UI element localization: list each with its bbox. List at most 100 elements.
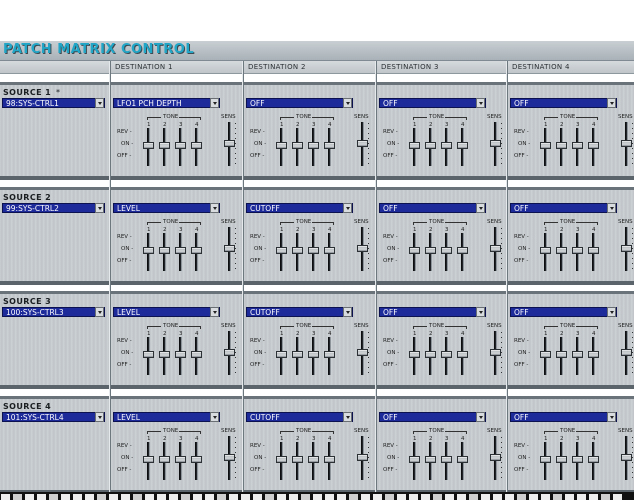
tone-slider-handle[interactable] (276, 456, 287, 463)
tone-slider-handle[interactable] (159, 351, 170, 358)
destination-select[interactable]: OFF (379, 412, 486, 422)
sens-slider-handle[interactable] (224, 245, 235, 252)
tone-slider-handle[interactable] (308, 247, 319, 254)
tone-slider-handle[interactable] (588, 351, 599, 358)
destination-select[interactable]: OFF (379, 307, 486, 317)
destination-select[interactable]: LEVEL (113, 307, 220, 317)
chevron-down-icon[interactable] (476, 203, 485, 213)
tone-slider-handle[interactable] (143, 247, 154, 254)
tone-slider-handle[interactable] (457, 247, 468, 254)
chevron-down-icon[interactable] (95, 307, 104, 317)
tone-slider-handle[interactable] (457, 142, 468, 149)
tone-slider-handle[interactable] (292, 247, 303, 254)
destination-select[interactable]: OFF (379, 203, 486, 213)
tone-slider-handle[interactable] (143, 142, 154, 149)
sens-slider-handle[interactable] (490, 245, 501, 252)
destination-select[interactable]: LFO1 PCH DEPTH (113, 98, 220, 108)
tone-slider-handle[interactable] (143, 351, 154, 358)
tone-slider-handle[interactable] (292, 351, 303, 358)
chevron-down-icon[interactable] (607, 98, 616, 108)
tone-slider-handle[interactable] (191, 456, 202, 463)
tone-slider-handle[interactable] (159, 456, 170, 463)
tone-slider-handle[interactable] (425, 456, 436, 463)
tone-slider-handle[interactable] (540, 142, 551, 149)
tone-slider-handle[interactable] (276, 247, 287, 254)
tone-slider-handle[interactable] (425, 247, 436, 254)
tone-slider-handle[interactable] (572, 351, 583, 358)
tone-slider-handle[interactable] (324, 456, 335, 463)
sens-slider-handle[interactable] (357, 245, 368, 252)
tone-slider-handle[interactable] (308, 142, 319, 149)
chevron-down-icon[interactable] (210, 98, 219, 108)
tone-slider-handle[interactable] (540, 456, 551, 463)
source-select[interactable]: 100:SYS-CTRL3 (2, 307, 105, 317)
chevron-down-icon[interactable] (607, 203, 616, 213)
destination-select[interactable]: CUTOFF (246, 412, 353, 422)
tone-slider-handle[interactable] (588, 142, 599, 149)
tone-slider-handle[interactable] (572, 456, 583, 463)
sens-slider-handle[interactable] (490, 140, 501, 147)
destination-select[interactable]: OFF (379, 98, 486, 108)
tone-slider-handle[interactable] (556, 142, 567, 149)
tone-slider-handle[interactable] (292, 142, 303, 149)
tone-slider-handle[interactable] (556, 351, 567, 358)
tone-slider-handle[interactable] (191, 247, 202, 254)
tone-slider-handle[interactable] (175, 142, 186, 149)
destination-select[interactable]: OFF (510, 307, 617, 317)
tone-slider-handle[interactable] (159, 247, 170, 254)
tone-slider-handle[interactable] (292, 456, 303, 463)
chevron-down-icon[interactable] (607, 412, 616, 422)
sens-slider-handle[interactable] (490, 454, 501, 461)
chevron-down-icon[interactable] (95, 412, 104, 422)
chevron-down-icon[interactable] (343, 412, 352, 422)
tone-slider-handle[interactable] (441, 351, 452, 358)
tone-slider-handle[interactable] (540, 247, 551, 254)
tone-slider-handle[interactable] (191, 142, 202, 149)
tone-slider-handle[interactable] (308, 456, 319, 463)
tone-slider-handle[interactable] (308, 351, 319, 358)
tone-slider-handle[interactable] (175, 351, 186, 358)
source-select[interactable]: 99:SYS-CTRL2 (2, 203, 105, 213)
tone-slider-handle[interactable] (324, 351, 335, 358)
chevron-down-icon[interactable] (343, 307, 352, 317)
tone-slider-handle[interactable] (175, 247, 186, 254)
destination-select[interactable]: OFF (510, 98, 617, 108)
destination-select[interactable]: OFF (510, 203, 617, 213)
sens-slider-handle[interactable] (357, 140, 368, 147)
destination-select[interactable]: LEVEL (113, 412, 220, 422)
tone-slider-handle[interactable] (324, 247, 335, 254)
destination-select[interactable]: OFF (246, 98, 353, 108)
tone-slider-handle[interactable] (324, 142, 335, 149)
sens-slider-handle[interactable] (490, 349, 501, 356)
source-select[interactable]: 98:SYS-CTRL1 (2, 98, 105, 108)
sens-slider-handle[interactable] (224, 454, 235, 461)
chevron-down-icon[interactable] (210, 412, 219, 422)
chevron-down-icon[interactable] (607, 307, 616, 317)
chevron-down-icon[interactable] (210, 203, 219, 213)
sens-slider-handle[interactable] (621, 245, 632, 252)
tone-slider-handle[interactable] (191, 351, 202, 358)
destination-select[interactable]: CUTOFF (246, 203, 353, 213)
sens-slider-handle[interactable] (621, 140, 632, 147)
tone-slider-handle[interactable] (409, 456, 420, 463)
tone-slider-handle[interactable] (441, 247, 452, 254)
tone-slider-handle[interactable] (159, 142, 170, 149)
chevron-down-icon[interactable] (343, 98, 352, 108)
tone-slider-handle[interactable] (572, 142, 583, 149)
destination-select[interactable]: OFF (510, 412, 617, 422)
chevron-down-icon[interactable] (476, 98, 485, 108)
sens-slider-handle[interactable] (224, 140, 235, 147)
tone-slider-handle[interactable] (276, 142, 287, 149)
tone-slider-handle[interactable] (175, 456, 186, 463)
tone-slider-handle[interactable] (540, 351, 551, 358)
tone-slider-handle[interactable] (441, 142, 452, 149)
tone-slider-handle[interactable] (441, 456, 452, 463)
tone-slider-handle[interactable] (457, 456, 468, 463)
chevron-down-icon[interactable] (210, 307, 219, 317)
tone-slider-handle[interactable] (588, 456, 599, 463)
tone-slider-handle[interactable] (276, 351, 287, 358)
tone-slider-handle[interactable] (556, 247, 567, 254)
chevron-down-icon[interactable] (95, 203, 104, 213)
sens-slider-handle[interactable] (224, 349, 235, 356)
tone-slider-handle[interactable] (572, 247, 583, 254)
